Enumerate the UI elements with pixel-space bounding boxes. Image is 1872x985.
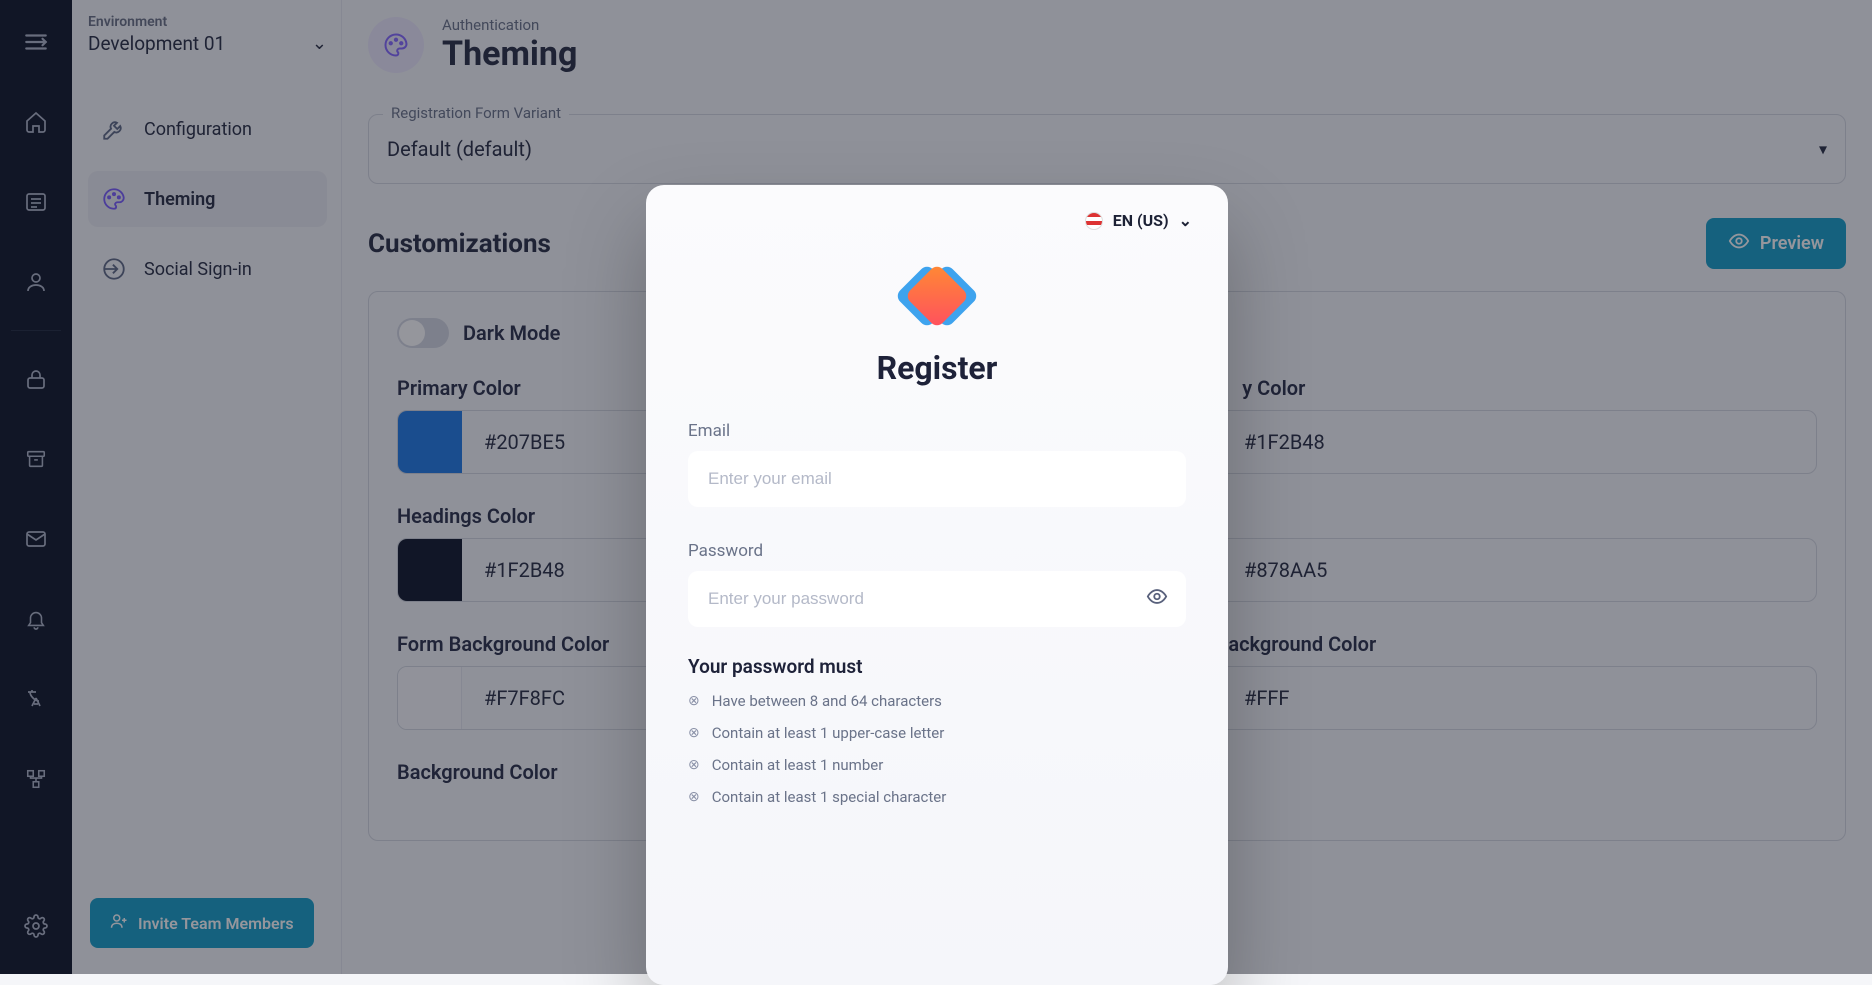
eye-icon[interactable] bbox=[1146, 586, 1168, 613]
password-rules-heading: Your password must bbox=[688, 655, 1186, 678]
language-label: EN (US) bbox=[1113, 211, 1169, 230]
chevron-down-icon: ⌄ bbox=[1179, 211, 1192, 230]
modal-title: Register bbox=[688, 349, 1186, 387]
password-label: Password bbox=[688, 541, 1186, 561]
password-rules-list: ⊗Have between 8 and 64 characters ⊗Conta… bbox=[688, 692, 1186, 806]
email-label: Email bbox=[688, 421, 1186, 441]
password-rule: ⊗Contain at least 1 special character bbox=[688, 788, 1186, 806]
circle-x-icon: ⊗ bbox=[688, 789, 700, 805]
password-field[interactable] bbox=[688, 571, 1186, 627]
circle-x-icon: ⊗ bbox=[688, 725, 700, 741]
brand-logo bbox=[688, 273, 1186, 319]
register-preview-modal: EN (US) ⌄ Register Email Password Your p… bbox=[646, 185, 1228, 985]
password-rule: ⊗Have between 8 and 64 characters bbox=[688, 692, 1186, 710]
password-rule: ⊗Contain at least 1 upper-case letter bbox=[688, 724, 1186, 742]
circle-x-icon: ⊗ bbox=[688, 693, 700, 709]
email-field[interactable] bbox=[688, 451, 1186, 507]
flag-us-icon bbox=[1085, 212, 1103, 230]
language-selector[interactable]: EN (US) ⌄ bbox=[1085, 211, 1192, 230]
password-rule: ⊗Contain at least 1 number bbox=[688, 756, 1186, 774]
circle-x-icon: ⊗ bbox=[688, 757, 700, 773]
